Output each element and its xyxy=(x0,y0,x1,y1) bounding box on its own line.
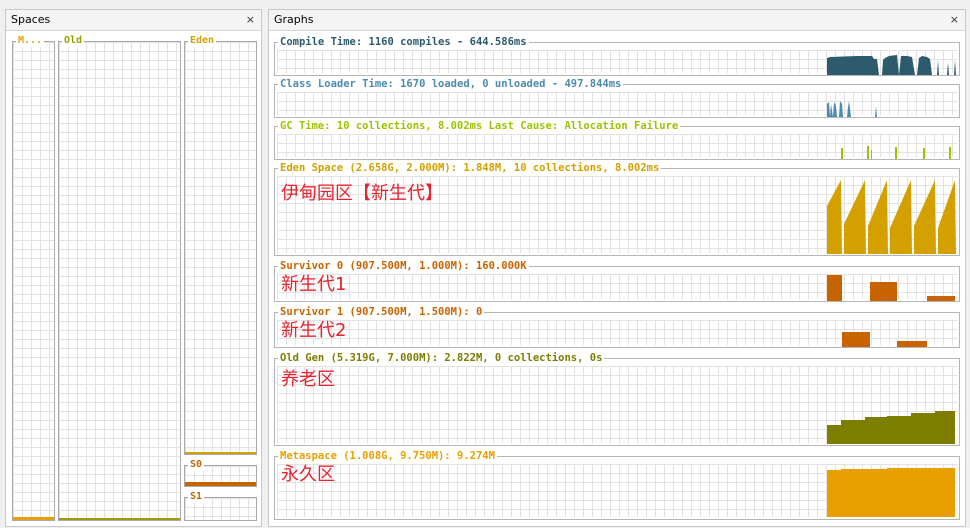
space-metaspace-title: M... xyxy=(16,35,45,47)
space-eden-fill xyxy=(185,452,256,454)
graph-survivor-0: 新生代1 Survivor 0 (907.500M, 1.000M): 160.… xyxy=(274,260,960,302)
graph-survivor0-chart xyxy=(827,275,955,301)
graph-eden-chart xyxy=(827,180,956,254)
space-old: Old xyxy=(58,35,181,521)
survivor0-annotation: 新生代1 xyxy=(281,274,347,295)
space-eden-title: Eden xyxy=(188,35,217,47)
eden-annotation: 伊甸园区【新生代】 xyxy=(281,183,443,204)
graphs-panel-header: Graphs × xyxy=(269,10,965,31)
graph-classloader-title: Class Loader Time: 1670 loaded, 0 unload… xyxy=(278,78,624,90)
eden-series xyxy=(827,180,956,254)
space-s0-fill xyxy=(185,482,256,486)
graph-compile-time: Compile Time: 1160 compiles - 644.586ms xyxy=(274,36,960,76)
graph-oldgen-title: Old Gen (5.319G, 7.000M): 2.822M, 0 coll… xyxy=(278,352,605,364)
graph-old-gen: 养老区 Old Gen (5.319G, 7.000M): 2.822M, 0 … xyxy=(274,352,960,446)
graph-metaspace: 永久区 Metaspace (1.008G, 9.750M): 9.274M xyxy=(274,450,960,520)
graphs-panel-title: Graphs xyxy=(274,13,314,26)
oldgen-annotation: 养老区 xyxy=(281,369,335,390)
compile-series xyxy=(827,55,956,75)
graph-class-loader: Class Loader Time: 1670 loaded, 0 unload… xyxy=(274,78,960,118)
space-s1-title: S1 xyxy=(188,491,205,503)
space-metaspace-fill xyxy=(13,517,54,520)
oldgen-series xyxy=(827,411,955,444)
graph-survivor1-title: Survivor 1 (907.500M, 1.500M): 0 xyxy=(278,306,485,318)
graph-classloader-chart xyxy=(827,101,877,117)
space-s0-title: S0 xyxy=(188,459,205,471)
survivor1-annotation: 新生代2 xyxy=(281,320,347,341)
space-old-title: Old xyxy=(62,35,85,47)
spaces-panel: Spaces × M... Old Eden S0 S1 xyxy=(5,9,262,527)
graph-metaspace-chart xyxy=(827,468,955,517)
graph-compile-chart xyxy=(827,55,956,75)
space-eden: Eden xyxy=(184,35,257,455)
graph-eden-space: 伊甸园区【新生代】 Eden Space (2.658G, 2.000M): 1… xyxy=(274,162,960,256)
graph-survivor1-chart xyxy=(842,332,927,347)
graph-gc-chart xyxy=(841,146,951,159)
graph-survivor-1: 新生代2 Survivor 1 (907.500M, 1.500M): 0 xyxy=(274,306,960,348)
space-s0: S0 xyxy=(184,459,257,487)
graph-survivor0-title: Survivor 0 (907.500M, 1.000M): 160.000K xyxy=(278,260,529,272)
graph-gc-title: GC Time: 10 collections, 8.002ms Last Ca… xyxy=(278,120,681,132)
graph-metaspace-title: Metaspace (1.008G, 9.750M): 9.274M xyxy=(278,450,497,462)
metaspace-series xyxy=(827,468,955,517)
spaces-panel-title: Spaces xyxy=(11,13,51,26)
space-s1: S1 xyxy=(184,491,257,521)
spaces-close-button[interactable]: × xyxy=(246,10,255,30)
gc-series xyxy=(841,146,951,159)
survivor0-series xyxy=(827,275,955,301)
graphs-panel: Graphs × Compile Time: 1160 compiles - 6… xyxy=(268,9,966,527)
space-metaspace: M... xyxy=(12,35,55,521)
graphs-close-button[interactable]: × xyxy=(950,10,959,30)
graph-compile-title: Compile Time: 1160 compiles - 644.586ms xyxy=(278,36,529,48)
survivor1-series xyxy=(842,332,927,347)
metaspace-annotation: 永久区 xyxy=(281,464,335,485)
graph-gc-time: GC Time: 10 collections, 8.002ms Last Ca… xyxy=(274,120,960,160)
classloader-series xyxy=(827,101,877,117)
space-old-fill xyxy=(59,518,180,520)
graph-oldgen-chart xyxy=(827,411,955,444)
spaces-panel-header: Spaces × xyxy=(6,10,261,31)
graph-eden-title: Eden Space (2.658G, 2.000M): 1.848M, 10 … xyxy=(278,162,662,174)
